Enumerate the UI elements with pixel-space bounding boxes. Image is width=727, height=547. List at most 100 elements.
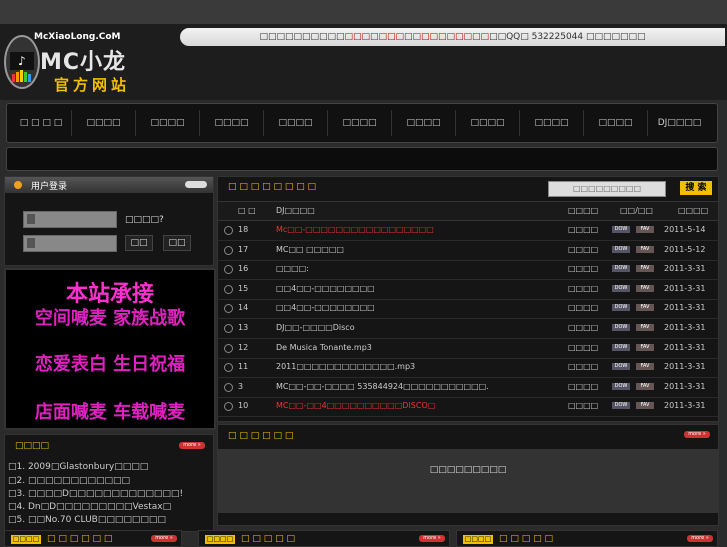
song-num: 11 — [238, 362, 249, 372]
play-icon[interactable] — [224, 382, 233, 392]
table-row[interactable]: 15 □□4□□-□□□□□□□□ □□□□ DOW FAV 2011-3-31 — [218, 280, 718, 300]
table-row[interactable]: 16 □□□□: □□□□ DOW FAV 2011-3-31 — [218, 260, 718, 281]
song-name[interactable]: Mc□□-□□□□□□□□□□□□□□□□□ — [276, 225, 434, 234]
play-icon[interactable] — [224, 324, 233, 333]
news-item[interactable]: □1. 2009□Glastonbury□□□□ — [8, 462, 148, 472]
song-download-count: □□□□ — [568, 342, 599, 352]
song-name[interactable]: MC□□-□□-□□□□ 535844924□□□□□□□□□□□. — [276, 382, 489, 391]
song-name[interactable]: MC□□-□□4□□□□□□□□□□DISCO□ — [276, 401, 435, 410]
song-name[interactable]: DJ□□-□□□□Disco — [276, 323, 355, 332]
song-download-count: □□□□ — [568, 244, 599, 254]
news-item[interactable]: □3. □□□□D□□□□□□□□□□□□□! — [8, 489, 183, 499]
register-button[interactable]: □□ — [163, 235, 191, 251]
nav-item[interactable]: □□□□ — [136, 110, 200, 136]
nav-item[interactable]: □□□□ — [456, 110, 520, 136]
song-download-count: □□□□ — [568, 323, 599, 332]
nav-item[interactable]: □□□□ — [264, 110, 328, 136]
song-download-count: □□□□ — [568, 283, 599, 293]
nav-item-home[interactable]: □ □ □ □ — [11, 110, 72, 136]
favorite-button[interactable]: FAV — [636, 284, 654, 292]
download-button[interactable]: DOW — [612, 226, 630, 233]
nav-item[interactable]: □□□□ — [72, 110, 136, 136]
news-item[interactable]: □2. □□□□□□□□□□□□ — [8, 476, 130, 486]
box2-text: □□□□□□□□□ — [429, 465, 507, 475]
bottom-more-button[interactable]: more » — [419, 535, 445, 542]
favorite-button[interactable]: FAV — [636, 343, 654, 351]
col-num: □ □ — [238, 206, 256, 215]
favorite-button[interactable]: FAV — [636, 324, 654, 331]
news-item[interactable]: □4. Dn□D□□□□□□□□□Vestax□ — [8, 502, 171, 512]
search-input[interactable]: □□□□□□□□□ — [548, 181, 666, 197]
table-row[interactable]: 12 De Musica Tonante.mp3 □□□□ DOW FAV 2011-3-… — [218, 339, 718, 359]
download-button[interactable]: DOW — [612, 284, 630, 292]
search-button[interactable]: 搜 索 — [680, 181, 712, 195]
login-button[interactable]: □□ — [125, 235, 153, 251]
download-button[interactable]: DOW — [612, 304, 630, 312]
favorite-button[interactable]: FAV — [636, 304, 654, 312]
nav-item[interactable]: □□□□ — [392, 110, 456, 136]
table-row[interactable]: 11 2011□□□□□□□□□□□□□.mp3 □□□□ DOW FAV 2011-3-… — [218, 358, 718, 379]
nav-item[interactable]: □□□□ — [328, 110, 392, 136]
download-button[interactable]: DOW — [612, 363, 630, 371]
favorite-button[interactable]: FAV — [636, 245, 654, 253]
user-icon — [27, 214, 35, 224]
download-button[interactable]: DOW — [612, 382, 630, 390]
forgot-password-link[interactable]: □□□□? — [125, 215, 164, 225]
bottom-panel-3: □□□□ □ □ □ □ □ more » — [456, 530, 718, 547]
favorite-button[interactable]: FAV — [636, 402, 654, 410]
song-name[interactable]: □□□□: — [276, 264, 309, 273]
song-name[interactable]: 2011□□□□□□□□□□□□□.mp3 — [276, 362, 415, 371]
song-date: 2011-5-12 — [664, 244, 706, 254]
play-icon[interactable] — [224, 226, 233, 235]
song-list-title: □ □ □ □ □ □ □ □ — [228, 182, 317, 192]
promo-banner[interactable]: 本站承接 空间喊麦 家族战歌 恋爱表白 生日祝福 店面喊麦 车载喊麦 — [4, 268, 216, 430]
bottom-tag: □□□□ — [205, 535, 235, 544]
table-row[interactable]: 18 Mc□□-□□□□□□□□□□□□□□□□□ □□□□ DOW FAV 2011-5… — [218, 221, 718, 241]
song-name[interactable]: MC□□ □□□□□ — [276, 245, 344, 254]
favorite-button[interactable]: FAV — [636, 226, 654, 233]
table-row[interactable]: 17 MC□□ □□□□□ □□□□ DOW FAV 2011-5-12 — [218, 241, 718, 261]
song-date: 2011-3-31 — [664, 283, 706, 293]
play-icon[interactable] — [224, 304, 233, 314]
download-button[interactable]: DOW — [612, 343, 630, 351]
song-name[interactable]: □□4□□-□□□□□□□□ — [276, 303, 375, 312]
song-date: 2011-3-31 — [664, 323, 706, 332]
download-button[interactable]: DOW — [612, 324, 630, 331]
bottom-more-button[interactable]: more » — [151, 535, 177, 542]
download-button[interactable]: DOW — [612, 245, 630, 253]
logo-subtitle: 官方网站 — [54, 76, 131, 94]
box2-more-button[interactable]: more » — [684, 431, 710, 438]
table-row[interactable]: 3 MC□□-□□-□□□□ 535844924□□□□□□□□□□□. □□□□ D… — [218, 378, 718, 398]
download-button[interactable]: DOW — [612, 402, 630, 410]
table-row[interactable]: 10 MC□□-□□4□□□□□□□□□□DISCO□ □□□□ DOW FAV 2011… — [218, 397, 718, 418]
nav-item[interactable]: □□□□ — [584, 110, 648, 136]
password-field[interactable] — [23, 235, 117, 252]
song-list-panel: □ □ □ □ □ □ □ □ □□□□□□□□□ 搜 索 □ □ DJ□□□□… — [217, 176, 719, 422]
play-icon[interactable] — [224, 265, 233, 275]
col-name: DJ□□□□ — [276, 206, 315, 215]
song-name[interactable]: □□4□□-□□□□□□□□ — [276, 284, 375, 293]
favorite-button[interactable]: FAV — [636, 382, 654, 390]
download-button[interactable]: DOW — [612, 265, 630, 273]
song-num: 12 — [238, 342, 249, 352]
news-item[interactable]: □5. □□No.70 CLUB□□□□□□□□ — [8, 515, 166, 525]
play-icon[interactable] — [224, 245, 233, 255]
play-icon[interactable] — [224, 402, 233, 412]
username-field[interactable] — [23, 211, 117, 228]
play-icon[interactable] — [224, 343, 233, 353]
nav-item[interactable]: □□□□ — [520, 110, 584, 136]
favorite-button[interactable]: FAV — [636, 363, 654, 371]
play-icon[interactable] — [224, 363, 233, 373]
table-row[interactable]: 13 DJ□□-□□□□Disco □□□□ DOW FAV 2011-3-31 — [218, 319, 718, 339]
toggle-icon[interactable] — [185, 181, 207, 188]
favorite-button[interactable]: FAV — [636, 265, 654, 273]
col-date: □□□□ — [678, 206, 709, 215]
news-more-button[interactable]: more » — [179, 442, 205, 449]
nav-item[interactable]: □□□□ — [200, 110, 264, 136]
bottom-more-button[interactable]: more » — [687, 535, 713, 542]
song-name[interactable]: De Musica Tonante.mp3 — [276, 343, 372, 352]
nav-item-dj[interactable]: DJ□□□□ — [648, 110, 711, 136]
play-icon[interactable] — [224, 284, 233, 294]
lock-icon — [27, 238, 35, 248]
table-row[interactable]: 14 □□4□□-□□□□□□□□ □□□□ DOW FAV 2011-3-31 — [218, 299, 718, 320]
